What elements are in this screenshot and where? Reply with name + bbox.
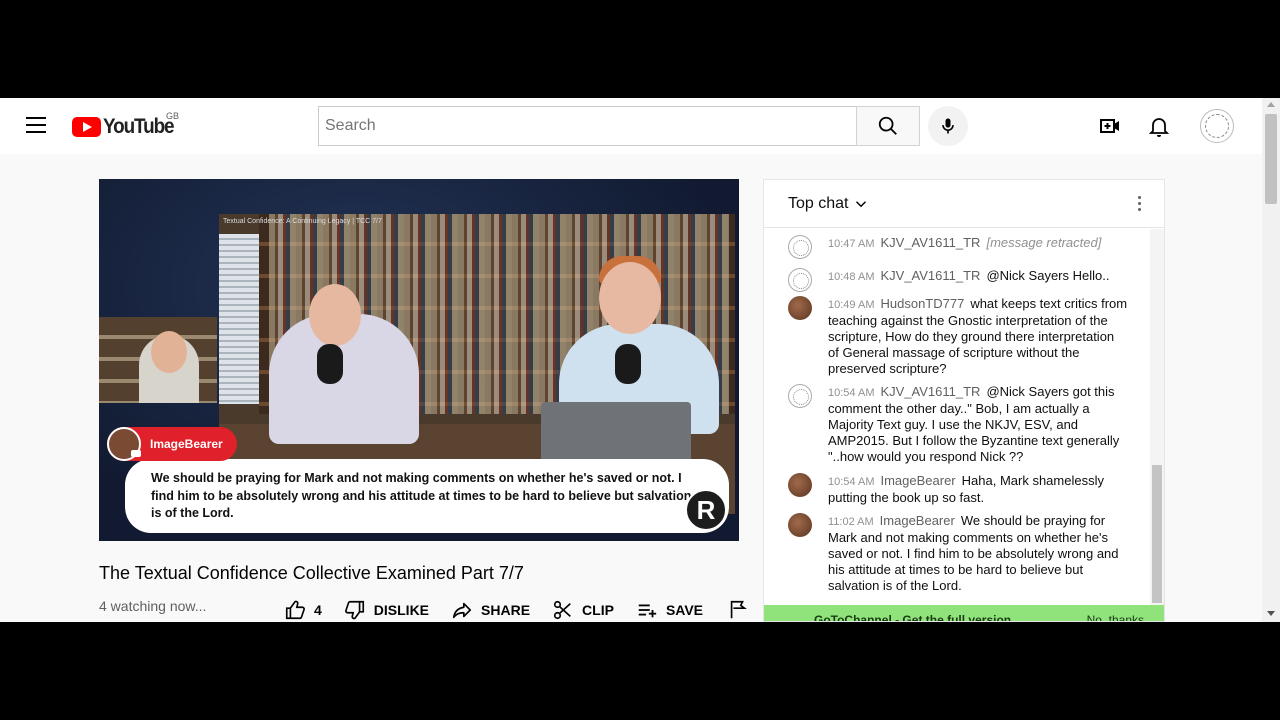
menu-icon[interactable]	[26, 117, 46, 133]
share-button[interactable]: SHARE	[451, 599, 530, 621]
dislike-button[interactable]: DISLIKE	[344, 599, 429, 621]
channel-watermark-logo: R	[685, 489, 727, 531]
message-author[interactable]: KJV_AV1611_TR	[880, 235, 980, 250]
chat-message: 11:02 AM ImageBearer We should be praying …	[788, 513, 1128, 594]
thumbs-down-icon	[344, 600, 364, 620]
masthead: YouTube GB	[0, 98, 1262, 154]
chat-mode-label: Top chat	[788, 194, 849, 212]
avatar	[788, 268, 812, 292]
like-button[interactable]: 4	[284, 599, 322, 621]
save-button[interactable]: SAVE	[636, 599, 703, 621]
search-button[interactable]	[856, 106, 920, 146]
region-code: GB	[166, 111, 180, 121]
youtube-play-icon	[72, 117, 101, 137]
more-options-icon[interactable]	[1136, 194, 1142, 214]
chat-message: 10:49 AM HudsonTD777 what keeps text criti…	[788, 296, 1128, 377]
search-icon	[878, 116, 897, 135]
inner-video-title: Textual Confidence: A Continuing Legacy …	[223, 218, 382, 225]
account-avatar[interactable]	[1200, 109, 1234, 143]
chat-header: Top chat	[764, 180, 1164, 228]
create-video-icon	[1100, 119, 1119, 133]
flag-icon	[730, 600, 747, 619]
chat-message: 10:48 AM KJV_AV1611_TR @Nick Sayers Hello.…	[788, 268, 1128, 292]
message-time: 10:54 AM	[828, 387, 875, 399]
chat-scrollbar[interactable]	[1150, 229, 1164, 605]
chat-message: 10:47 AM KJV_AV1611_TR [message retracted]	[788, 235, 1128, 259]
microphone	[317, 344, 343, 384]
page-scrollbar[interactable]	[1262, 98, 1280, 622]
message-text: @Nick Sayers Hello..	[986, 268, 1110, 283]
avatar	[788, 296, 812, 320]
overlay-name-pill: ImageBearer	[107, 427, 237, 461]
message-author[interactable]: ImageBearer	[880, 473, 955, 488]
live-chat-panel: Top chat 10:47 AM KJV_AV1611_TR [message r…	[763, 179, 1165, 622]
avatar	[788, 235, 812, 259]
share-icon	[452, 602, 472, 619]
youtube-window: YouTube GB Textual Confidence: A Continu…	[0, 98, 1280, 622]
microphone	[615, 344, 641, 384]
message-author[interactable]: KJV_AV1611_TR	[880, 384, 980, 399]
viewer-count: 4 watching now...	[99, 598, 207, 614]
laptop	[541, 402, 691, 462]
message-time: 11:02 AM	[828, 516, 874, 528]
scroll-down-arrow-icon[interactable]	[1267, 611, 1275, 616]
notifications-button[interactable]	[1147, 114, 1171, 138]
chevron-down-icon	[856, 200, 867, 207]
clip-label: CLIP	[582, 602, 614, 618]
promo-banner-text[interactable]: GoToChannel - Get the full version	[814, 613, 1011, 621]
thumbs-up-icon	[285, 600, 305, 620]
video-title: The Textual Confidence Collective Examin…	[99, 563, 524, 583]
picture-in-picture-feed	[99, 317, 217, 403]
search-box	[318, 106, 857, 146]
scroll-up-arrow-icon[interactable]	[1267, 102, 1275, 107]
create-button[interactable]	[1098, 114, 1122, 138]
avatar	[788, 384, 812, 408]
message-text: [message retracted]	[986, 235, 1102, 250]
overlay-comment: We should be praying for Mark and not ma…	[125, 459, 729, 533]
video-actions: 4 DISLIKE SHARE CLIP SAVE	[284, 598, 757, 622]
like-count: 4	[314, 602, 322, 618]
avatar	[107, 427, 141, 461]
promo-dismiss-link[interactable]: No, thanks	[1087, 613, 1144, 621]
share-label: SHARE	[481, 602, 531, 618]
youtube-logo[interactable]: YouTube	[72, 115, 181, 139]
message-time: 10:47 AM	[828, 238, 875, 250]
scissors-icon	[553, 600, 571, 620]
microphone-icon	[942, 118, 954, 134]
search-input[interactable]	[319, 107, 857, 145]
avatar	[788, 513, 812, 537]
avatar	[788, 473, 812, 497]
voice-search-button[interactable]	[928, 106, 968, 146]
promo-banner: GoToChannel - Get the full version No, t…	[764, 605, 1164, 621]
message-author[interactable]: HudsonTD777	[880, 296, 964, 311]
logo-text: YouTube	[103, 115, 175, 138]
dislike-label: DISLIKE	[373, 602, 430, 618]
playlist-add-icon	[638, 604, 657, 618]
video-player[interactable]: Textual Confidence: A Continuing Legacy …	[99, 179, 739, 541]
message-time: 10:54 AM	[828, 476, 875, 488]
message-time: 10:48 AM	[828, 271, 875, 283]
chat-mode-dropdown[interactable]: Top chat	[788, 195, 870, 213]
report-button[interactable]	[727, 599, 757, 621]
overlay-author-name: ImageBearer	[150, 437, 223, 451]
clip-button[interactable]: CLIP	[552, 599, 614, 621]
message-author[interactable]: KJV_AV1611_TR	[880, 268, 980, 283]
message-author[interactable]: ImageBearer	[880, 513, 955, 528]
chat-message: 10:54 AM ImageBearer Haha, Mark shamelessl…	[788, 473, 1128, 506]
scroll-thumb[interactable]	[1265, 114, 1277, 204]
seal-icon	[1205, 114, 1229, 138]
save-label: SAVE	[665, 602, 704, 618]
chat-message: 10:54 AM KJV_AV1611_TR @Nick Sayers got th…	[788, 384, 1128, 465]
overlay-comment-text: We should be praying for Mark and not ma…	[151, 471, 692, 520]
message-time: 10:49 AM	[828, 299, 875, 311]
bell-icon	[1148, 118, 1170, 137]
